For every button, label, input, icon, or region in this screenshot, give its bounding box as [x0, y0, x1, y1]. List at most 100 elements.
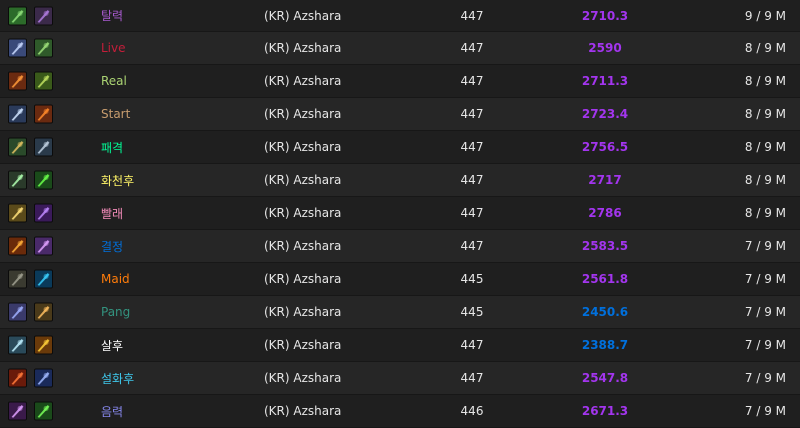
raid-progress: 8 / 9 M: [744, 74, 786, 88]
demon-mask-icon: [34, 6, 53, 25]
table-row[interactable]: 화천후 (KR) Azshara 447 2717 8 / 9 M: [0, 164, 800, 197]
spec-icons: [8, 203, 53, 223]
spec-icons: [8, 6, 53, 25]
character-name-link[interactable]: 결정: [101, 238, 123, 255]
poison-blade-icon: [34, 170, 53, 190]
mythic-score: 2450.6: [581, 305, 629, 319]
table-row[interactable]: Pang (KR) Azshara 445 2450.6 7 / 9 M: [0, 296, 800, 329]
mythic-score: 2710.3: [581, 8, 629, 23]
monk-icon: [8, 137, 27, 157]
realm-label: (KR) Azshara: [264, 404, 342, 418]
claw-icon: [34, 71, 53, 91]
raid-progress: 8 / 9 M: [744, 173, 786, 187]
spec-icons: [8, 104, 53, 124]
mythic-score: 2671.3: [581, 404, 629, 418]
raid-progress: 8 / 9 M: [744, 107, 786, 121]
wolf-icon: [34, 137, 53, 157]
fire-burst-icon: [8, 236, 27, 256]
spec-icons: [8, 368, 53, 388]
mythic-score: 2590: [588, 41, 622, 55]
dagger-icon: [8, 170, 27, 190]
realm-label: (KR) Azshara: [264, 272, 342, 286]
character-name-link[interactable]: 설화후: [101, 370, 134, 387]
table-row[interactable]: 패격 (KR) Azshara 447 2756.5 8 / 9 M: [0, 131, 800, 164]
character-name-link[interactable]: Maid: [101, 272, 130, 286]
table-row[interactable]: 음력 (KR) Azshara 446 2671.3 7 / 9 M: [0, 395, 800, 428]
item-level: 447: [460, 107, 484, 121]
item-level: 447: [460, 173, 484, 187]
mythic-score: 2583.5: [581, 239, 629, 253]
character-name-link[interactable]: Start: [101, 107, 130, 121]
fel-skull-icon: [34, 401, 53, 421]
realm-label: (KR) Azshara: [264, 371, 342, 385]
spec-icons: [8, 335, 53, 355]
character-name-link[interactable]: Live: [101, 41, 126, 55]
realm-label: (KR) Azshara: [264, 173, 342, 187]
item-level: 447: [460, 140, 484, 154]
spec-icons: [8, 236, 53, 256]
table-row[interactable]: 탈력 (KR) Azshara 447 2710.3 9 / 9 M: [0, 0, 800, 32]
table-row[interactable]: 빨래 (KR) Azshara 447 2786 8 / 9 M: [0, 197, 800, 230]
eye-icon: [34, 269, 53, 289]
character-name-link[interactable]: 패격: [101, 139, 123, 156]
character-name-link[interactable]: 빨래: [101, 205, 123, 222]
item-level: 447: [460, 239, 484, 253]
mythic-score: 2756.5: [581, 140, 629, 154]
spec-icons: [8, 401, 53, 421]
item-level: 447: [460, 338, 484, 352]
raid-progress: 8 / 9 M: [744, 140, 786, 154]
spec-icons: [8, 302, 53, 322]
fire-mask-icon: [34, 104, 53, 124]
character-name-link[interactable]: 화천후: [101, 172, 134, 189]
spec-icons: [8, 38, 53, 58]
table-row[interactable]: 설화후 (KR) Azshara 447 2547.8 7 / 9 M: [0, 362, 800, 395]
character-name-link[interactable]: Real: [101, 74, 127, 88]
wing-icon: [8, 302, 27, 322]
table-row[interactable]: Live (KR) Azshara 447 2590 8 / 9 M: [0, 32, 800, 65]
realm-label: (KR) Azshara: [264, 8, 342, 23]
cross-icon: [8, 335, 27, 355]
raid-progress: 8 / 9 M: [744, 41, 786, 55]
spec-icons: [8, 71, 53, 91]
realm-label: (KR) Azshara: [264, 305, 342, 319]
table-row[interactable]: 결정 (KR) Azshara 447 2583.5 7 / 9 M: [0, 230, 800, 263]
mythic-score: 2547.8: [581, 371, 629, 385]
character-name-link[interactable]: 음력: [101, 403, 123, 420]
raid-progress: 7 / 9 M: [744, 239, 786, 253]
crossed-swords-icon: [8, 38, 27, 58]
realm-label: (KR) Azshara: [264, 239, 342, 253]
spec-icons: [8, 170, 53, 190]
shadow-orb-icon: [34, 203, 53, 223]
realm-label: (KR) Azshara: [264, 206, 342, 220]
spec-icons: [8, 269, 53, 289]
realm-label: (KR) Azshara: [264, 74, 342, 88]
item-level: 445: [460, 305, 484, 319]
table-row[interactable]: Start (KR) Azshara 447 2723.4 8 / 9 M: [0, 98, 800, 131]
cage-icon: [8, 269, 27, 289]
realm-label: (KR) Azshara: [264, 338, 342, 352]
raid-progress: 7 / 9 M: [744, 371, 786, 385]
character-name-link[interactable]: 살후: [101, 337, 123, 354]
sword-icon: [8, 104, 27, 124]
realm-label: (KR) Azshara: [264, 107, 342, 121]
character-name-link[interactable]: Pang: [101, 305, 130, 319]
item-level: 446: [460, 404, 484, 418]
spec-icons: [8, 137, 53, 157]
table-row[interactable]: 살후 (KR) Azshara 447 2388.7 7 / 9 M: [0, 329, 800, 362]
skull-icon: [34, 38, 53, 58]
item-level: 447: [460, 206, 484, 220]
item-level: 447: [460, 371, 484, 385]
mythic-score: 2717: [588, 173, 622, 187]
raid-progress: 8 / 9 M: [744, 206, 786, 220]
table-row[interactable]: Real (KR) Azshara 447 2711.3 8 / 9 M: [0, 65, 800, 98]
character-table: 탈력 (KR) Azshara 447 2710.3 9 / 9 M Live (KR) A…: [0, 0, 800, 428]
demon-face-icon: [34, 236, 53, 256]
raid-progress: 7 / 9 M: [744, 272, 786, 286]
mythic-score: 2786: [588, 206, 622, 220]
shadow-claw-icon: [8, 401, 27, 421]
table-row[interactable]: Maid (KR) Azshara 445 2561.8 7 / 9 M: [0, 263, 800, 296]
realm-label: (KR) Azshara: [264, 140, 342, 154]
character-name-link[interactable]: 탈력: [101, 7, 123, 24]
mythic-score: 2561.8: [581, 272, 629, 286]
item-level: 447: [460, 8, 484, 23]
